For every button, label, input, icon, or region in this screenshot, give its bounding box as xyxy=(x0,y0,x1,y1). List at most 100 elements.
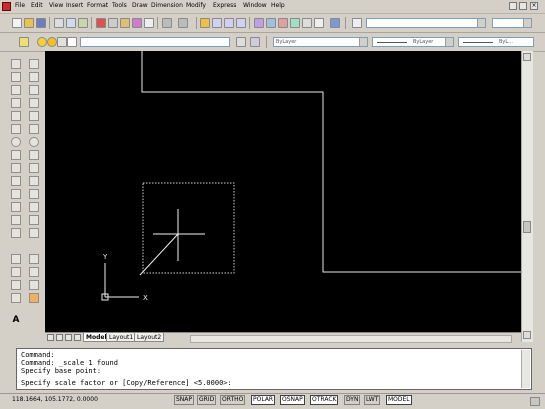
zoom-window-icon[interactable] xyxy=(224,18,234,28)
menu-insert[interactable]: Insert xyxy=(66,2,83,9)
insert-block-icon[interactable] xyxy=(11,202,21,212)
text-style-icon[interactable] xyxy=(352,18,362,28)
rectangle-icon[interactable] xyxy=(11,111,21,121)
next-tab-icon[interactable] xyxy=(65,334,72,341)
layer-combo[interactable] xyxy=(80,37,230,47)
point-icon[interactable] xyxy=(11,228,21,238)
lineweight-combo[interactable]: ByL... xyxy=(458,37,534,47)
vertical-scrollbar[interactable] xyxy=(521,51,533,342)
restore-icon[interactable] xyxy=(519,2,527,10)
close-icon[interactable]: × xyxy=(530,2,538,10)
spline-icon[interactable] xyxy=(11,163,21,173)
menu-view[interactable]: View xyxy=(49,2,63,9)
polygon-icon[interactable] xyxy=(11,98,21,108)
menu-format[interactable]: Format xyxy=(87,2,108,9)
array-icon[interactable] xyxy=(29,111,39,121)
block-editor-icon[interactable] xyxy=(144,18,154,28)
menu-modify[interactable]: Modify xyxy=(186,2,206,9)
tool-palettes-icon[interactable] xyxy=(278,18,288,28)
linetype-combo[interactable]: ByLayer xyxy=(372,37,454,47)
layer-manager-icon[interactable] xyxy=(19,37,29,47)
hatch-icon[interactable] xyxy=(11,254,21,264)
model-toggle[interactable]: MODEL xyxy=(386,395,412,405)
scroll-thumb[interactable] xyxy=(523,221,531,233)
horizontal-scrollbar[interactable] xyxy=(190,335,512,343)
pan-icon[interactable] xyxy=(200,18,210,28)
menu-edit[interactable]: Edit xyxy=(31,2,43,9)
layer-previous-icon[interactable] xyxy=(250,37,260,47)
color-combo[interactable]: ByLayer xyxy=(273,37,368,47)
menu-help[interactable]: Help xyxy=(271,2,285,9)
menu-file[interactable]: File xyxy=(15,2,25,9)
menu-tools[interactable]: Tools xyxy=(112,2,127,9)
layer-color-icon[interactable] xyxy=(67,37,77,47)
zoom-previous-icon[interactable] xyxy=(236,18,246,28)
zoom-realtime-icon[interactable] xyxy=(212,18,222,28)
make-block-icon[interactable] xyxy=(11,215,21,225)
save-icon[interactable] xyxy=(36,18,46,28)
paste-icon[interactable] xyxy=(120,18,130,28)
tab-layout2[interactable]: Layout2 xyxy=(134,333,165,342)
offset-icon[interactable] xyxy=(29,98,39,108)
properties-icon[interactable] xyxy=(254,18,264,28)
extend-icon[interactable] xyxy=(29,189,39,199)
gradient-icon[interactable] xyxy=(11,267,21,277)
new-icon[interactable] xyxy=(12,18,22,28)
drawing-canvas[interactable]: Y X xyxy=(45,51,521,332)
tab-layout1[interactable]: Layout1 xyxy=(106,333,137,342)
fillet-corner-icon[interactable] xyxy=(29,280,39,290)
join-icon[interactable] xyxy=(29,228,39,238)
construction-line-icon[interactable] xyxy=(11,72,21,82)
match-properties-icon[interactable] xyxy=(132,18,142,28)
scroll-down-icon[interactable] xyxy=(523,331,531,339)
scale-icon[interactable] xyxy=(29,150,39,160)
ortho-toggle[interactable]: ORTHO xyxy=(220,395,246,405)
cut-icon[interactable] xyxy=(96,18,106,28)
rotate-icon[interactable] xyxy=(29,137,39,147)
arc-icon[interactable] xyxy=(11,124,21,134)
make-current-layer-icon[interactable] xyxy=(236,37,246,47)
prev-tab-icon[interactable] xyxy=(56,334,63,341)
multiline-text-icon[interactable]: A xyxy=(11,316,21,326)
sheet-set-icon[interactable] xyxy=(290,18,300,28)
calculator-icon[interactable] xyxy=(314,18,324,28)
explode-icon[interactable] xyxy=(29,293,39,303)
menu-express[interactable]: Express xyxy=(213,2,236,9)
first-tab-icon[interactable] xyxy=(47,334,54,341)
redo-icon[interactable] xyxy=(178,18,188,28)
help-icon[interactable] xyxy=(330,18,340,28)
chamfer-icon[interactable] xyxy=(29,254,39,264)
polar-toggle[interactable]: POLAR xyxy=(251,395,276,405)
ellipse-arc-icon[interactable] xyxy=(11,189,21,199)
tray-settings-icon[interactable] xyxy=(530,397,540,406)
layer-freeze-icon[interactable] xyxy=(47,37,57,47)
circle-icon[interactable] xyxy=(11,137,21,147)
copy-object-icon[interactable] xyxy=(29,72,39,82)
snap-toggle[interactable]: SNAP xyxy=(174,395,195,405)
markup-icon[interactable] xyxy=(302,18,312,28)
menu-window[interactable]: Window xyxy=(243,2,267,9)
menu-draw[interactable]: Draw xyxy=(132,2,148,9)
otrack-toggle[interactable]: OTRACK xyxy=(310,395,339,405)
drawn-polyline[interactable] xyxy=(141,51,521,273)
osnap-toggle[interactable]: OSNAP xyxy=(280,395,305,405)
command-window[interactable]: Command: Command: _scale 1 found Specify… xyxy=(16,348,532,390)
dyn-toggle[interactable]: DYN xyxy=(344,395,361,405)
publish-icon[interactable] xyxy=(78,18,88,28)
line-icon[interactable] xyxy=(11,59,21,69)
break-at-point-icon[interactable] xyxy=(29,202,39,212)
copy-icon[interactable] xyxy=(108,18,118,28)
table-icon[interactable] xyxy=(11,293,21,303)
plot-preview-icon[interactable] xyxy=(66,18,76,28)
design-center-icon[interactable] xyxy=(266,18,276,28)
move-icon[interactable] xyxy=(29,124,39,134)
app-icon[interactable] xyxy=(2,2,11,11)
polyline-icon[interactable] xyxy=(11,85,21,95)
break-icon[interactable] xyxy=(29,215,39,225)
undo-icon[interactable] xyxy=(162,18,172,28)
trim-icon[interactable] xyxy=(29,176,39,186)
command-prompt[interactable]: Specify scale factor or [Copy/Reference]… xyxy=(21,380,232,387)
scroll-up-icon[interactable] xyxy=(523,53,531,61)
revision-cloud-icon[interactable] xyxy=(11,150,21,160)
lwt-toggle[interactable]: LWT xyxy=(364,395,381,405)
